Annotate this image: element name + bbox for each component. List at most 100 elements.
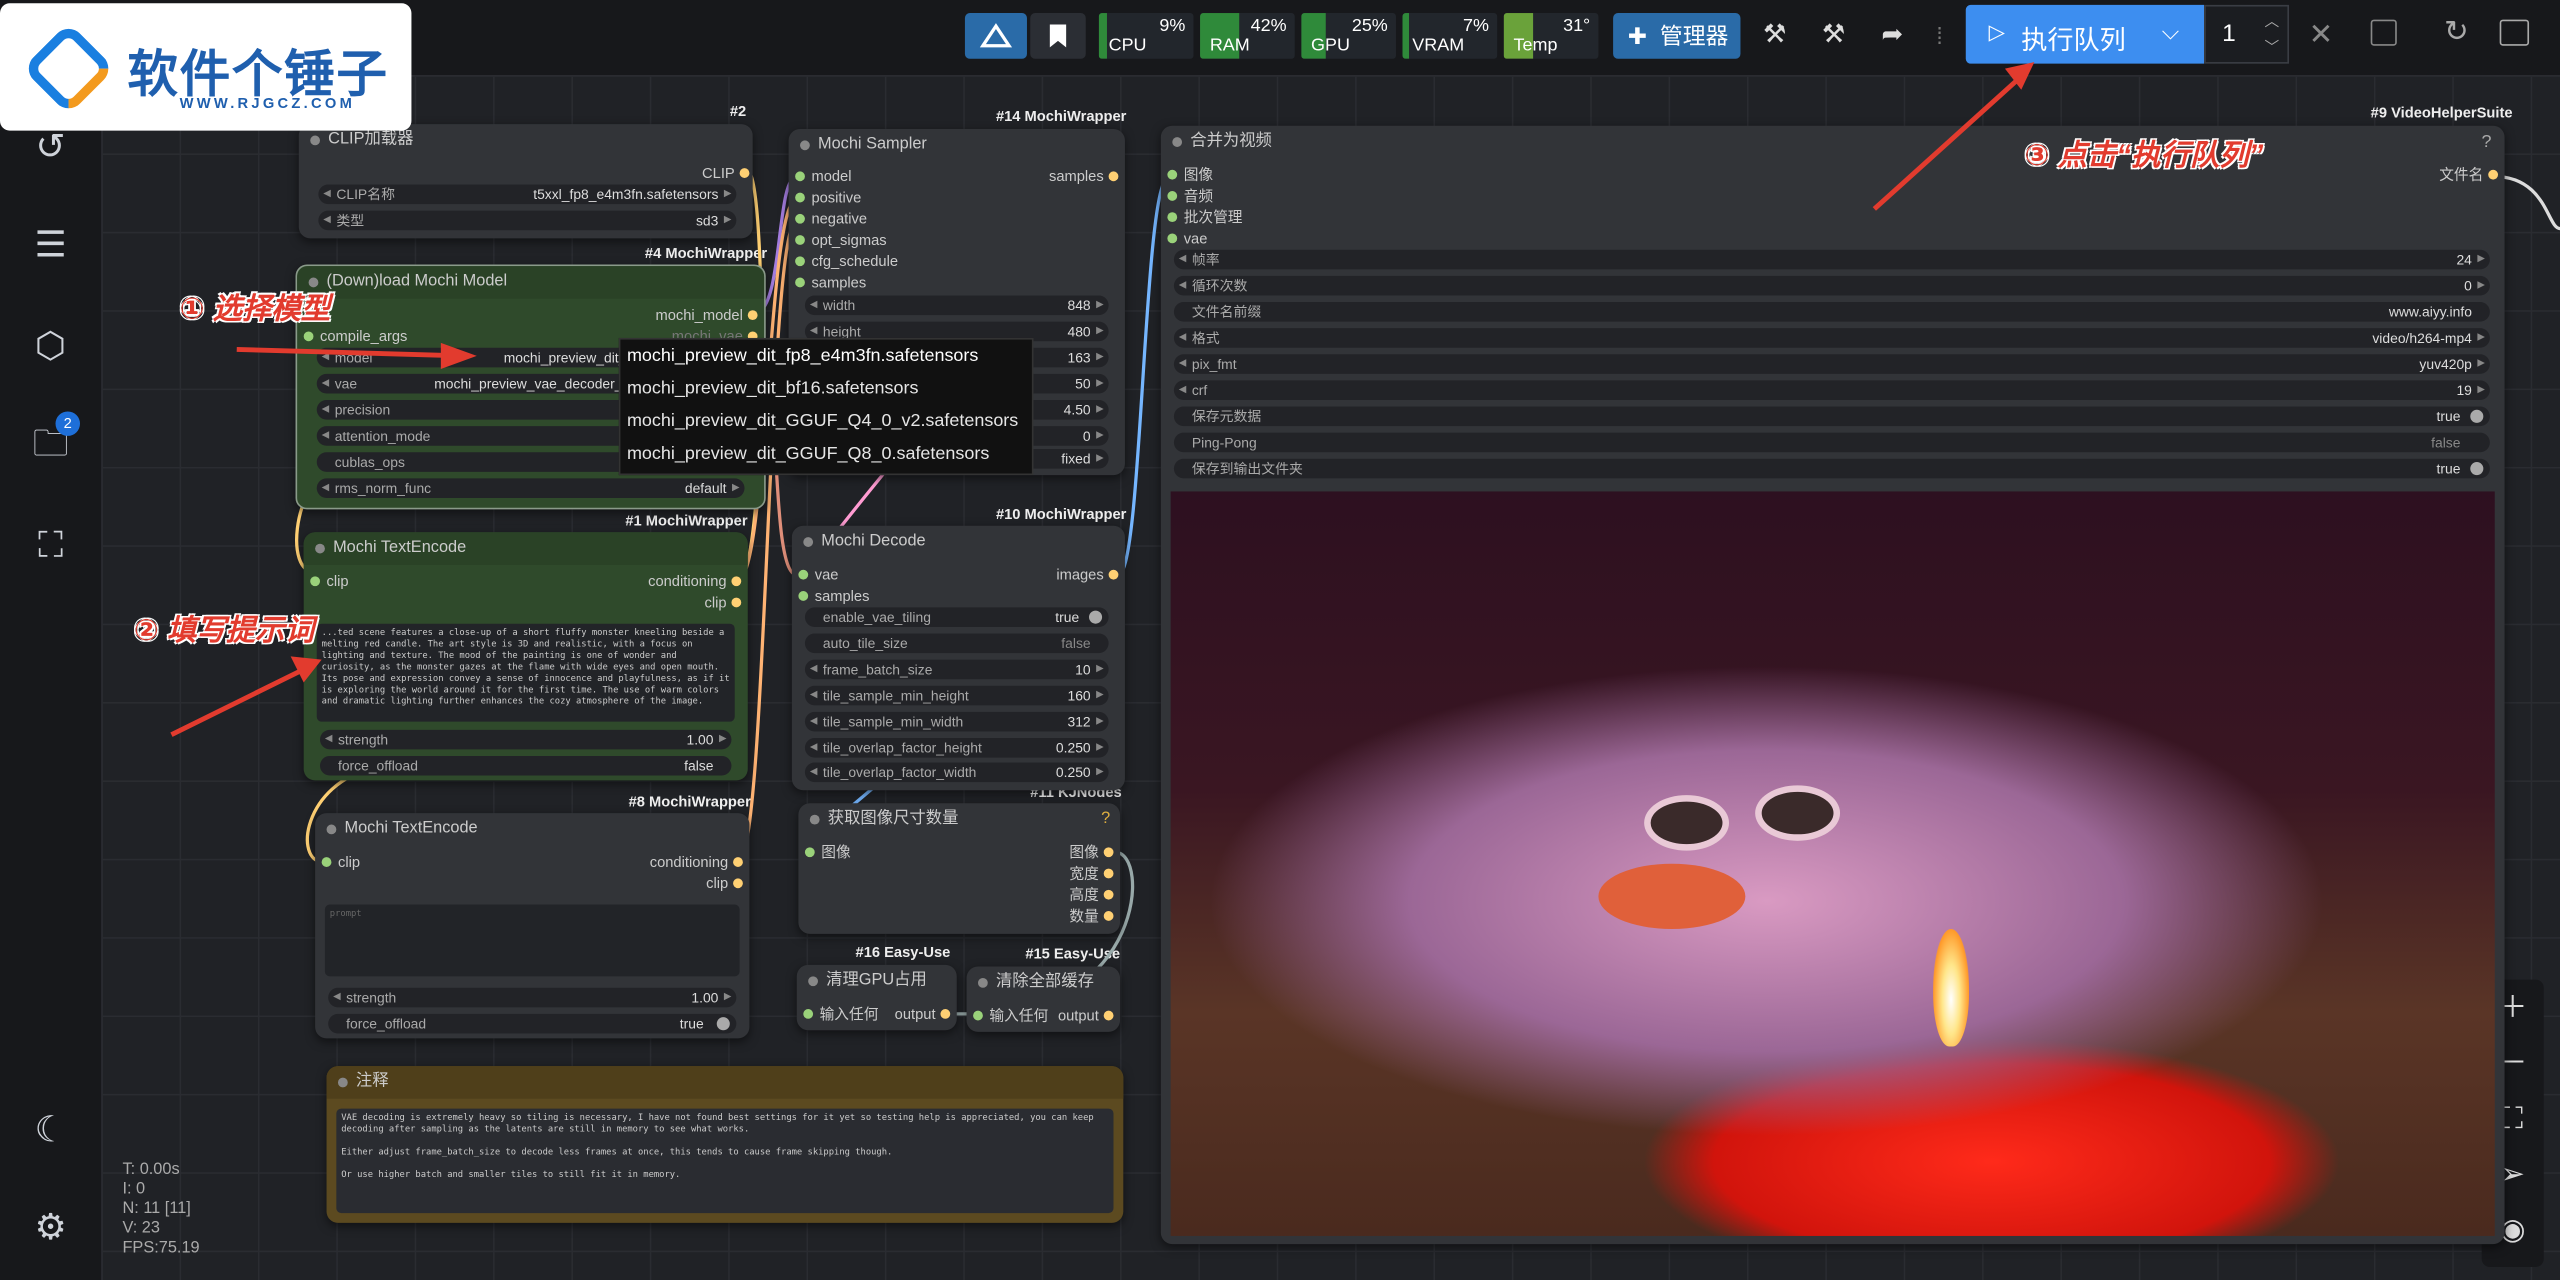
queue-count-value[interactable]: 1 [2222,20,2236,48]
workflow-tree-icon[interactable]: ⛶ [24,519,76,571]
input-port[interactable]: cfg_schedule [795,251,898,271]
clip-type-widget[interactable]: 类型 sd3 [318,210,737,231]
output-port[interactable]: samples [1049,167,1118,187]
decode-widget[interactable]: frame_batch_size 10 [804,659,1109,680]
video-widget[interactable]: 保存到输出文件夹 true [1173,458,2490,479]
video-widget[interactable]: 格式 video/h264-mp4 [1173,328,2490,348]
node-title[interactable]: Mochi Sampler [789,129,1125,162]
dropdown-option[interactable]: mochi_preview_dit_GGUF_Q4_0_v2.safetenso… [620,405,1031,438]
video-widget[interactable]: 循环次数 0 [1173,275,2490,296]
node-title[interactable]: Mochi TextEncode [315,813,749,846]
comfy-logo-button[interactable] [964,13,1027,59]
video-widget[interactable]: 保存元数据 true [1173,406,2490,427]
node-title[interactable]: 注释 [326,1066,1124,1099]
output-port[interactable]: clip [706,873,743,893]
strength-widget[interactable]: strength 1.00 [320,729,732,750]
force-offload-toggle[interactable]: force_offload true [328,1013,737,1034]
run-queue-button[interactable]: ▷ 执行队列 ⌵ [1965,4,2205,64]
close-icon[interactable]: ✕ [2309,18,2334,52]
chevron-up-icon[interactable]: ︿ [2265,10,2280,31]
strength-widget[interactable]: strength 1.00 [328,987,737,1008]
bookmark-button[interactable] [1030,13,1086,59]
decode-widget[interactable]: tile_sample_min_width 312 [804,711,1109,732]
input-port[interactable]: samples [798,586,869,606]
node-title[interactable]: (Down)load Mochi Model [297,266,765,299]
negative-prompt-textarea[interactable]: prompt [324,904,740,977]
note-textarea[interactable]: VAE decoding is extremely heavy so tilin… [336,1108,1114,1214]
input-port[interactable]: negative [795,209,867,229]
input-port[interactable]: 批次管理 [1167,207,1243,227]
output-port[interactable]: clip [704,593,741,613]
input-port[interactable]: clip [310,571,349,591]
queue-count-stepper[interactable]: 1 ︿ ﹀ [2204,4,2290,64]
input-port[interactable]: 输入任何 [803,1004,878,1024]
output-port[interactable]: mochi_model [655,305,757,325]
dropdown-option[interactable]: mochi_preview_dit_bf16.safetensors [620,372,1031,405]
queue-list-icon[interactable]: ☰ [24,219,76,271]
video-widget[interactable]: Ping-Pong false [1173,432,2490,453]
decode-widget[interactable]: tile_overlap_factor_height 0.250 [804,737,1109,758]
input-port[interactable]: 图像 [1167,165,1213,185]
panel-toggle-icon[interactable] [2499,19,2530,46]
video-widget[interactable]: 帧率 24 [1173,249,2490,270]
help-icon[interactable]: ? [2481,132,2491,152]
dropdown-option[interactable]: mochi_preview_dit_fp8_e4m3fn.safetensors [620,340,1031,373]
chevron-down-icon[interactable]: ⌵ [2162,18,2179,46]
input-port[interactable]: model [795,167,851,187]
settings-gear-icon[interactable]: ⚙ [24,1202,76,1254]
output-port[interactable]: 图像 [1069,842,1114,862]
drag-handle-icon[interactable]: ⁞ [1936,23,1942,49]
node-tool-button-2[interactable]: ⚒ [1806,13,1862,59]
output-port[interactable]: CLIP [702,163,750,183]
note-node[interactable]: 注释 VAE decoding is extremely heavy so ti… [326,1066,1124,1223]
input-port[interactable]: vae [798,565,838,585]
input-port[interactable]: samples [795,273,866,293]
input-port[interactable]: clip [321,852,360,872]
decode-widget[interactable]: enable_vae_tiling true [804,607,1109,627]
input-port[interactable]: vae [1167,229,1207,249]
force-offload-toggle[interactable]: force_offload false [320,755,732,776]
mochi-text-encode-positive-node[interactable]: Mochi TextEncode clip conditioning clip … [303,532,748,781]
input-port[interactable]: opt_sigmas [795,230,887,250]
rms-norm-widget[interactable]: rms_norm_func default [316,478,745,498]
node-tool-button[interactable]: ⚒ [1747,13,1803,59]
video-widget[interactable]: pix_fmt yuv420p [1173,354,2490,374]
get-image-size-node[interactable]: 获取图像尺寸数量 ? 图像 图像 宽度 高度 数量 [798,803,1121,934]
clear-all-cache-node[interactable]: 清除全部缓存 输入任何 output [966,966,1121,1032]
input-port[interactable]: 图像 [804,842,851,862]
output-port[interactable]: conditioning [650,852,743,872]
decode-widget[interactable]: tile_overlap_factor_width 0.250 [804,762,1109,783]
clip-loader-node[interactable]: CLIP加载器 CLIP CLIP名称t5xxl_fp8_e4m3fn.safe… [298,124,753,239]
clip-name-widget[interactable]: CLIP名称 t5xxl_fp8_e4m3fn.safetensors [318,184,737,205]
share-button[interactable]: ➦ [1865,13,1921,59]
node-title[interactable]: 获取图像尺寸数量 [798,803,1120,836]
manager-button[interactable]: ✚ 管理器 [1613,13,1741,59]
output-port[interactable]: output [895,1004,951,1024]
output-port[interactable]: conditioning [648,571,742,591]
node-title[interactable]: 合并为视频 [1161,126,2505,159]
chevron-down-small-icon[interactable]: ﹀ [2265,36,2280,57]
theme-moon-icon[interactable]: ☾ [24,1104,76,1156]
input-port[interactable]: 音频 [1167,186,1213,206]
input-port[interactable]: compile_args [303,327,407,347]
video-widget[interactable]: 文件名前缀 www.aiyy.info [1173,302,2490,322]
output-port[interactable]: images [1056,565,1119,585]
positive-prompt-textarea[interactable]: ...ted scene features a close-up of a sh… [316,623,735,722]
input-port[interactable]: positive [795,188,861,208]
sampler-widget[interactable]: width 848 [804,295,1109,316]
output-port[interactable]: 宽度 [1069,864,1114,884]
output-port[interactable]: 文件名 [2439,165,2499,185]
output-port[interactable]: output [1058,1006,1114,1026]
refresh-icon[interactable]: ↻ [2444,15,2469,49]
model-dropdown-menu[interactable]: mochi_preview_dit_fp8_e4m3fn.safetensors… [618,337,1034,476]
clear-gpu-node[interactable]: 清理GPU占用 输入任何 output [796,964,957,1031]
output-port[interactable]: 高度 [1069,885,1114,905]
model-library-icon[interactable]: ⬡ [24,320,76,372]
mochi-text-encode-negative-node[interactable]: Mochi TextEncode clip conditioning clip … [315,813,750,1039]
video-preview[interactable] [1170,491,2495,1236]
mochi-decode-node[interactable]: Mochi Decode vae samples images enable_v… [791,525,1125,791]
node-title[interactable]: Mochi Decode [792,526,1125,559]
input-port[interactable]: 输入任何 [973,1006,1048,1026]
help-icon[interactable]: ? [1101,810,1110,828]
stop-icon[interactable] [2370,19,2397,46]
